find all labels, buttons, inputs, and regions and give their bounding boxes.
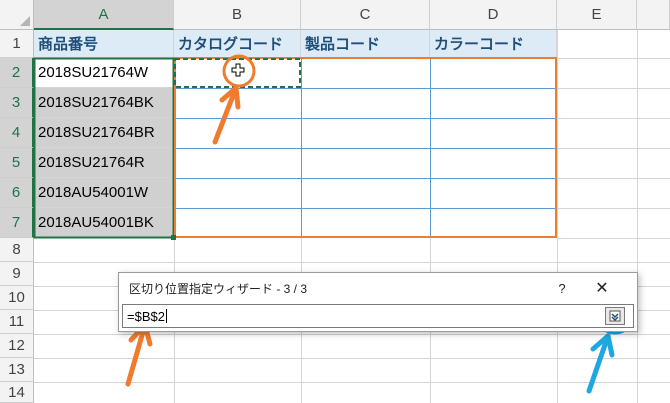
expand-button-arrow [586, 333, 615, 394]
text-to-columns-wizard-dialog: 区切り位置指定ウィザード - 3 / 3 ? ✕ =$B$2 [118, 272, 638, 332]
row-header-11[interactable]: 11 [0, 310, 34, 334]
row-header-7[interactable]: 7 [0, 208, 34, 238]
product-number-cell[interactable]: 2018SU21764BR [34, 118, 174, 148]
product-number-cell[interactable]: 2018AU54001BK [34, 208, 174, 238]
destination-reference-value: =$B$2 [127, 308, 165, 324]
row-header-5[interactable]: 5 [0, 148, 34, 178]
row-header-4[interactable]: 4 [0, 118, 34, 148]
formula-arrow [125, 322, 153, 387]
row-header-8[interactable]: 8 [0, 238, 34, 262]
row-header-13[interactable]: 13 [0, 358, 34, 382]
product-number-cell[interactable]: 2018SU21764W [34, 58, 174, 88]
row-header-3[interactable]: 3 [0, 88, 34, 118]
column-header-a[interactable]: A [34, 0, 174, 30]
header-cell-product-code[interactable]: 製品コード [301, 30, 430, 58]
column-header-f-partial[interactable] [637, 0, 670, 30]
column-header-e[interactable]: E [557, 0, 637, 30]
product-number-cell[interactable]: 2018AU54001W [34, 178, 174, 208]
expand-dialog-icon[interactable] [605, 307, 625, 325]
header-cell-color-code[interactable]: カラーコード [430, 30, 557, 58]
spreadsheet: A B C D E 1 2 3 4 5 6 7 8 9 10 11 12 13 … [0, 0, 670, 403]
row-header-12[interactable]: 12 [0, 334, 34, 358]
range-blue-gridlines [176, 59, 555, 236]
header-cell-catalog-code[interactable]: カタログコード [174, 30, 301, 58]
row-header-14[interactable]: 14 [0, 382, 34, 403]
marching-ants-b2 [174, 58, 301, 88]
row-header-1[interactable]: 1 [0, 30, 34, 58]
header-cell-product-number[interactable]: 商品番号 [34, 30, 174, 58]
product-number-cell[interactable]: 2018SU21764BK [34, 88, 174, 118]
destination-range-highlight [174, 57, 557, 238]
row-header-10[interactable]: 10 [0, 286, 34, 310]
column-header-b[interactable]: B [174, 0, 301, 30]
destination-reference-input[interactable]: =$B$2 [122, 304, 634, 328]
close-button[interactable]: ✕ [590, 277, 614, 299]
column-header-d[interactable]: D [430, 0, 557, 30]
plus-cross-cursor-icon [231, 63, 245, 77]
column-header-c[interactable]: C [301, 0, 430, 30]
cursor-arrow [212, 85, 241, 145]
text-caret [165, 309, 167, 323]
cursor-highlight-circle [222, 54, 256, 88]
product-number-cell[interactable]: 2018SU21764R [34, 148, 174, 178]
help-button[interactable]: ? [552, 277, 572, 299]
row-header-2[interactable]: 2 [0, 58, 34, 88]
row-header-6[interactable]: 6 [0, 178, 34, 208]
row-header-9[interactable]: 9 [0, 262, 34, 286]
select-all-corner[interactable] [0, 0, 34, 30]
dialog-title: 区切り位置指定ウィザード - 3 / 3 [129, 282, 308, 296]
